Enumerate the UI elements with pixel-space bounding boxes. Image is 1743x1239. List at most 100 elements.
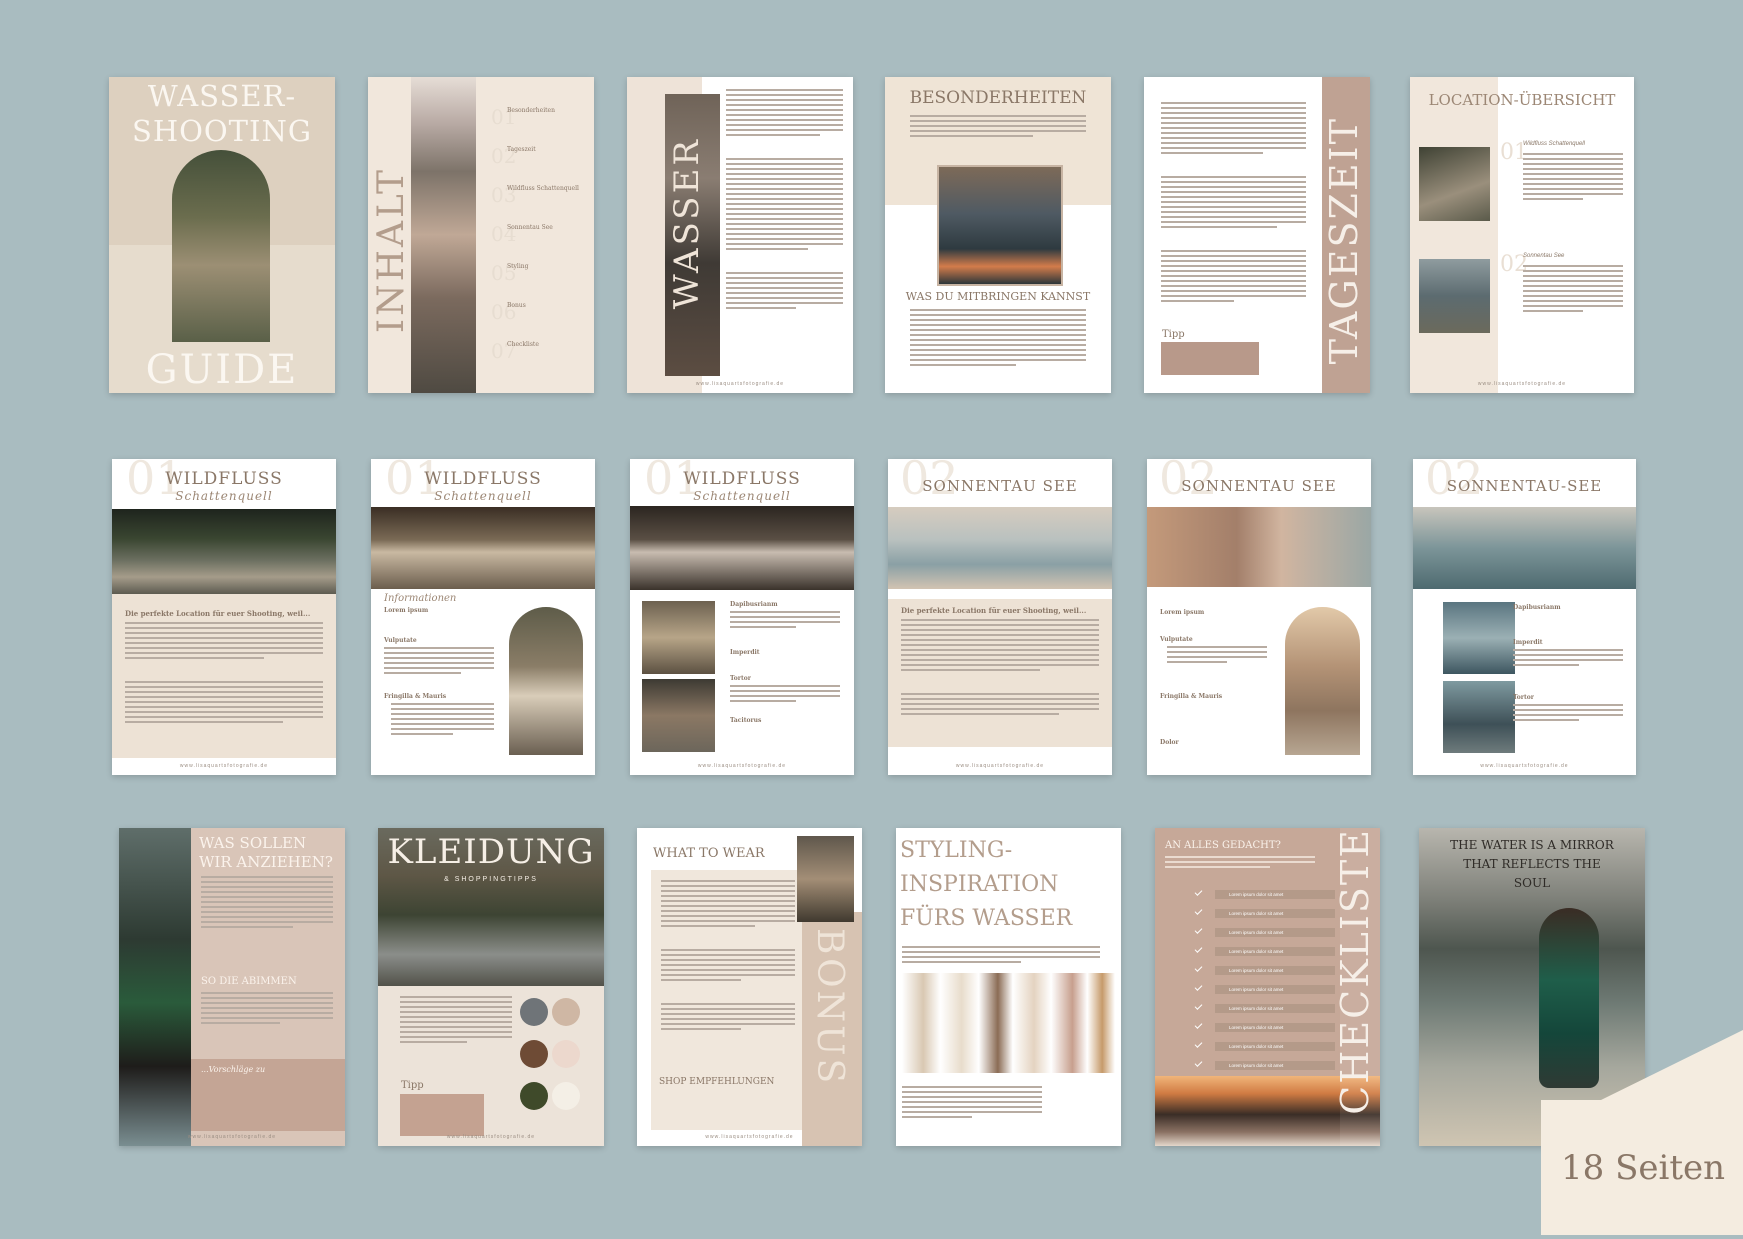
toc-label: Tageszeit	[507, 146, 536, 153]
shop-title: SHOP EMPFEHLUNGEN	[659, 1077, 775, 1087]
styling-outfits-collage	[902, 973, 1115, 1073]
sonnentau-title: SONNENTAU-SEE	[1446, 477, 1603, 495]
kleidung-sub: & SHOPPINGTIPPS	[444, 876, 538, 883]
styling-line1: STYLING-	[900, 838, 1013, 863]
styling-line3: FÜRS WASSER	[900, 906, 1073, 931]
tageszeit-title: TAGESZEIT	[1322, 117, 1366, 365]
tageszeit-tip-box	[1161, 342, 1259, 375]
toc-label: Besonderheiten	[507, 107, 555, 114]
kleidung-title: KLEIDUNG	[387, 832, 595, 872]
wildfluss-arch-photo	[509, 607, 583, 755]
p12-h3: Tortor	[1513, 694, 1534, 701]
check-icon	[1194, 945, 1203, 953]
palette-swatch	[520, 1040, 548, 1068]
cover-title-top: WASSER-	[147, 79, 297, 113]
p11-h2: Vulputate	[1160, 636, 1193, 643]
checklist: Lorem ipsum dolor sit amet Lorem ipsum do…	[1194, 888, 1335, 1080]
bonus-side: BONUS	[809, 928, 850, 1087]
checklist-item[interactable]: Lorem ipsum dolor sit amet	[1194, 983, 1335, 994]
toc-item[interactable]: 02 Tageszeit	[491, 144, 591, 183]
toc-item[interactable]: 05 Styling	[491, 261, 591, 300]
page-sonnentau-1: 02 SONNENTAU SEE Die perfekte Location f…	[888, 459, 1112, 775]
page-location-uebersicht: LOCATION-ÜBERSICHT 01 Wildfluss Schatten…	[1410, 77, 1634, 393]
toc-item[interactable]: 04 Sonnentau See	[491, 222, 591, 261]
inhalt-title: INHALT	[371, 167, 412, 334]
wildfluss-thumb-1	[642, 601, 715, 674]
kleidung-tip-label: Tipp	[401, 1080, 424, 1091]
check-icon	[1194, 964, 1203, 972]
checklist-item[interactable]: Lorem ipsum dolor sit amet	[1194, 945, 1335, 956]
footer-url: www.lisaquartsfotografie.de	[446, 1134, 536, 1140]
badge-shape	[1541, 1030, 1743, 1235]
color-palette	[520, 998, 592, 1124]
checklist-label: Lorem ipsum dolor sit amet	[1215, 1061, 1335, 1070]
location-photo-1	[1419, 147, 1490, 221]
location-title: LOCATION-ÜBERSICHT	[1428, 91, 1616, 109]
page-sonnentau-3: 02 SONNENTAU-SEE Dapibusrianm Imperdit T…	[1413, 459, 1636, 775]
info-h1: Lorem ipsum	[384, 607, 429, 614]
cover-title-mid: SHOOTING	[131, 114, 313, 148]
checkliste-head: AN ALLES GEDACHT?	[1165, 840, 1281, 851]
info-h3: Fringilla & Mauris	[384, 693, 447, 700]
page-cover: WASSER- SHOOTING GUIDE	[109, 77, 335, 393]
checklist-label: Lorem ipsum dolor sit amet	[1215, 1042, 1335, 1051]
checklist-item[interactable]: Lorem ipsum dolor sit amet	[1194, 964, 1335, 975]
checklist-item[interactable]: Lorem ipsum dolor sit amet	[1194, 1002, 1335, 1013]
cover-arch-photo	[172, 150, 270, 342]
checklist-item[interactable]: Lorem ipsum dolor sit amet	[1194, 1059, 1335, 1070]
p9-h2: Imperdit	[730, 649, 760, 656]
quote-line2: THAT REFLECTS THE	[1463, 857, 1601, 871]
sonnentau-lead: Die perfekte Location für euer Shooting,…	[901, 606, 1087, 615]
wildfluss-lying-photo	[630, 506, 854, 590]
wear-title: WHAT TO WEAR	[653, 846, 765, 861]
sonnentau-thumb-1	[1443, 602, 1515, 674]
toc-label: Wildfluss Schattenquell	[507, 185, 579, 192]
checklist-label: Lorem ipsum dolor sit amet	[1215, 928, 1335, 937]
wildfluss-script: Schattenquell	[693, 489, 791, 503]
footer-url: www.lisaquartsfotografie.de	[179, 763, 269, 769]
checklist-item[interactable]: Lorem ipsum dolor sit amet	[1194, 1040, 1335, 1051]
anziehen-sub: SO DIE ABIMMEN	[201, 976, 297, 987]
p12-h1: Dapibusrianm	[1513, 604, 1561, 611]
page-styling-inspiration: STYLING- INSPIRATION FÜRS WASSER	[896, 828, 1121, 1146]
sonnentau-arch-photo	[1285, 607, 1360, 755]
toc-item[interactable]: 03 Wildfluss Schattenquell	[491, 183, 591, 222]
page-wildfluss-1: 01 WILDFLUSS Schattenquell Die perfekte …	[112, 459, 336, 775]
p11-h1: Lorem ipsum	[1160, 609, 1205, 616]
checklist-item[interactable]: Lorem ipsum dolor sit amet	[1194, 926, 1335, 937]
check-icon	[1194, 983, 1203, 991]
toc-item[interactable]: 06 Bonus	[491, 300, 591, 339]
anziehen-title-a: WAS SOLLEN	[199, 834, 307, 852]
besonderheiten-photo	[937, 165, 1063, 286]
checklist-item[interactable]: Lorem ipsum dolor sit amet	[1194, 1021, 1335, 1032]
sonnentau-thumb-2	[1443, 681, 1515, 753]
page-was-sollen-wir-anziehen: WAS SOLLEN WIR ANZIEHEN? SO DIE ABIMMEN …	[119, 828, 345, 1146]
toc-list: 01 Besonderheiten 02 Tageszeit 03 Wildfluss S…	[491, 105, 591, 378]
sonnentau-title: SONNENTAU SEE	[922, 477, 1078, 495]
tageszeit-tip-label: Tipp	[1162, 329, 1185, 340]
check-icon	[1194, 1021, 1203, 1029]
p9-h1: Dapibusrianm	[730, 601, 778, 608]
wear-photo	[797, 836, 854, 922]
checklist-item[interactable]: Lorem ipsum dolor sit amet	[1194, 907, 1335, 918]
besonderheiten-subtitle: WAS DU MITBRINGEN KANNST	[905, 290, 1091, 303]
wildfluss-river-photo	[112, 509, 336, 594]
wildfluss-title: WILDFLUSS	[424, 469, 542, 489]
toc-label: Checkliste	[507, 341, 539, 348]
checklist-label: Lorem ipsum dolor sit amet	[1215, 1004, 1335, 1013]
wasser-title: WASSER	[667, 137, 707, 310]
checklist-label: Lorem ipsum dolor sit amet	[1215, 1023, 1335, 1032]
toc-item[interactable]: 07 Checkliste	[491, 339, 591, 378]
sonnentau-wading-photo	[1413, 507, 1636, 589]
page-wasser: WASSER www.lisaquartsfotografie.de	[627, 77, 853, 393]
toc-item[interactable]: 01 Besonderheiten	[491, 105, 591, 144]
checklist-label: Lorem ipsum dolor sit amet	[1215, 985, 1335, 994]
toc-label: Bonus	[507, 302, 526, 309]
page-what-to-wear: WHAT TO WEAR BONUS SHOP EMPFEHLUNGEN www…	[637, 828, 862, 1146]
checklist-item[interactable]: Lorem ipsum dolor sit amet	[1194, 888, 1335, 899]
p9-h4: Tacitorus	[730, 717, 762, 724]
corner-badge: 18 Seiten	[1541, 1030, 1743, 1235]
page-wildfluss-3: 01 WILDFLUSS Schattenquell Dapibusrianm …	[630, 459, 854, 775]
wildfluss-model-photo	[371, 507, 595, 589]
quote-line1: THE WATER IS A MIRROR	[1450, 838, 1614, 852]
